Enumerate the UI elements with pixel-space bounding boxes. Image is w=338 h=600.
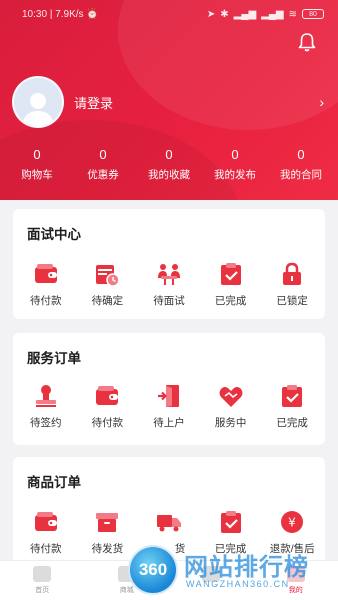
profile-header: 10:30 | 7.9K/s ⏰ ➤ ✱ ▂▄▆ ▂▄▆ ≋ 80 请登录 ›	[0, 0, 338, 200]
location-icon: ➤	[206, 8, 216, 20]
item-label: 待付款	[30, 543, 62, 555]
card-title: 商品订单	[27, 475, 81, 490]
signal-icon: ▂▄▆	[233, 8, 257, 20]
card-title: 面试中心	[27, 227, 81, 242]
wallet-icon	[96, 386, 119, 405]
wifi-icon: ≋	[288, 8, 297, 20]
meeting-icon	[157, 264, 180, 285]
chevron-right-icon[interactable]: ›	[319, 94, 324, 110]
watermark-title: 网站排行榜	[184, 554, 309, 581]
avatar[interactable]	[12, 76, 64, 128]
stat-value: 0	[231, 147, 239, 162]
lock-icon	[283, 262, 302, 285]
stat-label: 购物车	[21, 169, 53, 181]
item-label: 待付款	[30, 295, 62, 307]
watermark-subtitle: WANGZHAN360.CN	[186, 579, 290, 589]
service-pending-start[interactable]: 待上户	[138, 383, 200, 430]
clipboard-check-icon	[282, 385, 303, 407]
stat-label: 我的收藏	[148, 169, 190, 181]
item-label: 待面试	[153, 295, 185, 307]
login-row[interactable]: 请登录 ›	[12, 75, 326, 129]
service-orders-card: 服务订单 待签约 待付款 待上户 服务中 已完成	[13, 333, 325, 445]
stat-label: 我的发布	[214, 169, 256, 181]
truck-icon	[156, 515, 181, 532]
clipboard-check-icon	[220, 511, 241, 533]
interview-pending-payment[interactable]: 待付款	[15, 261, 77, 308]
service-in-progress[interactable]: 服务中	[200, 383, 262, 430]
goods-pending-payment[interactable]: 待付款	[15, 509, 77, 556]
signal-icon: ▂▄▆	[261, 8, 284, 20]
item-label: 待上户	[153, 417, 185, 429]
item-label: 待签约	[30, 417, 62, 429]
user-placeholder-icon	[22, 93, 54, 126]
wallet-icon	[34, 264, 57, 283]
stats-row: 0 购物车 0 优惠券 0 我的收藏 0 我的发布 0 我的合同	[0, 146, 338, 186]
interview-pending-interview[interactable]: 待面试	[138, 261, 200, 308]
status-bar: 10:30 | 7.9K/s ⏰ ➤ ✱ ▂▄▆ ▂▄▆ ≋ 80	[0, 0, 338, 28]
wallet-icon	[34, 512, 57, 531]
stat-value: 0	[297, 147, 305, 162]
stamp-icon	[35, 385, 56, 407]
card-row: 待签约 待付款 待上户 服务中 已完成	[13, 383, 325, 430]
stat-value: 0	[99, 147, 107, 162]
service-completed[interactable]: 已完成	[261, 383, 323, 430]
service-pending-sign[interactable]: 待签约	[15, 383, 77, 430]
item-label: 待确定	[91, 295, 124, 307]
refund-icon: ¥	[281, 511, 304, 533]
status-speed: 7.9K/s	[55, 8, 84, 20]
site-watermark: 360 网站排行榜 WANGZHAN360.CN	[128, 543, 338, 600]
interview-center-card: 面试中心 待付款 待确定 待面试 已完成 已锁定	[13, 209, 325, 319]
battery-icon: 80	[302, 9, 324, 19]
item-label: 已完成	[214, 295, 247, 307]
stat-label: 优惠券	[87, 169, 119, 181]
card-title: 服务订单	[27, 351, 81, 366]
notification-bell-icon[interactable]	[298, 32, 316, 52]
status-time: 10:30	[22, 8, 48, 20]
svg-text:¥: ¥	[288, 516, 296, 530]
handshake-icon	[219, 387, 243, 407]
home-icon	[33, 566, 52, 582]
item-label: 已完成	[276, 417, 308, 429]
item-label: 已锁定	[276, 295, 308, 307]
box-icon	[96, 513, 119, 532]
status-left: 10:30 | 7.9K/s ⏰	[22, 8, 99, 20]
alarm-icon: ⏰	[86, 8, 99, 20]
stat-contracts[interactable]: 0 我的合同	[270, 146, 332, 186]
door-enter-icon	[157, 385, 179, 407]
stat-posts[interactable]: 0 我的发布	[204, 146, 266, 186]
interview-pending-confirm[interactable]: 待确定	[77, 261, 139, 308]
service-pending-payment[interactable]: 待付款	[77, 383, 139, 430]
stat-value: 0	[33, 147, 41, 162]
calendar-clock-icon	[96, 265, 121, 287]
clipboard-check-icon	[220, 263, 241, 285]
watermark-logo: 360	[128, 545, 178, 595]
stat-coupons[interactable]: 0 优惠券	[72, 146, 134, 186]
interview-locked[interactable]: 已锁定	[261, 261, 323, 308]
stat-favorites[interactable]: 0 我的收藏	[138, 146, 200, 186]
interview-completed[interactable]: 已完成	[200, 261, 262, 308]
item-label: 待付款	[91, 417, 124, 429]
bluetooth-icon: ✱	[220, 8, 229, 20]
stat-value: 0	[165, 147, 173, 162]
login-label[interactable]: 请登录	[74, 93, 319, 112]
tab-home[interactable]: 首页	[0, 561, 85, 600]
stat-label: 我的合同	[280, 169, 322, 181]
card-row: 待付款 待确定 待面试 已完成 已锁定	[13, 261, 325, 308]
tab-label: 首页	[35, 587, 50, 594]
status-right: ➤ ✱ ▂▄▆ ▂▄▆ ≋ 80	[207, 9, 324, 20]
stat-cart[interactable]: 0 购物车	[6, 146, 68, 186]
item-label: 服务中	[214, 417, 247, 429]
